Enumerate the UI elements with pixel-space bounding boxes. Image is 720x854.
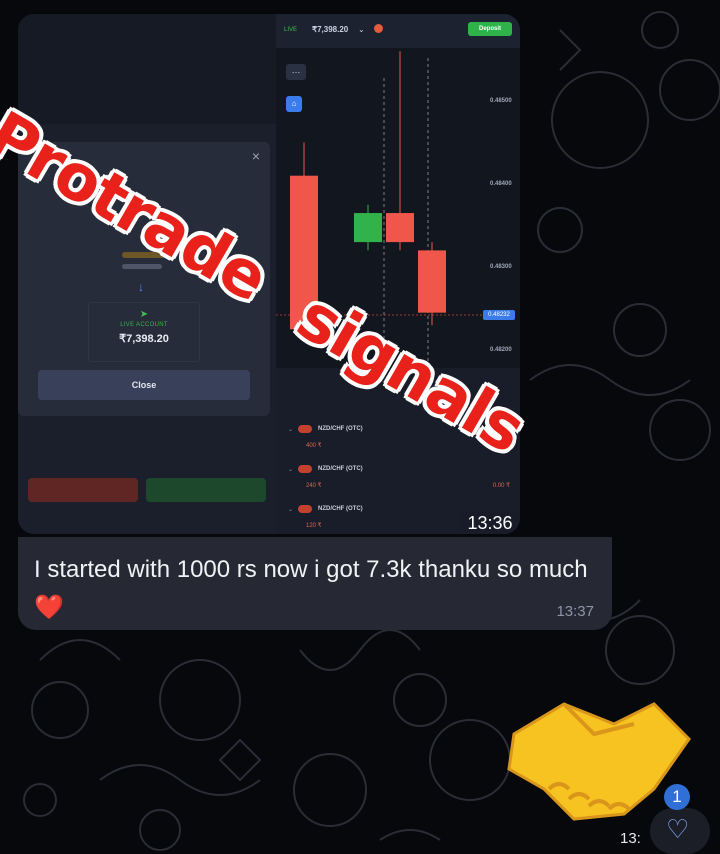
message-bubble[interactable]: I started with 1000 rs now i got 7.3k th… [18,537,612,630]
trade-result: 0.00 ₹ [492,483,510,489]
send-icon: ➤ [139,309,149,320]
chevron-down-icon[interactable]: ⌄ [358,25,365,34]
trade-amount: 120 ₹ [306,523,322,529]
app-topbar: LIVE ₹7,398.20 ⌄ Deposit [276,14,520,48]
balance[interactable]: ₹7,398.20 [312,25,348,34]
trade-pair: NZD/CHF (OTC) [318,426,363,432]
message-text: I started with 1000 rs now i got 7.3k th… [34,551,594,627]
trade-amount: 240 ₹ [306,483,322,489]
buy-button[interactable] [146,478,266,502]
heart-reaction-icon[interactable]: ♡ [666,814,689,845]
currency-flag-icon [298,505,312,513]
y-tick: 0.48200 [490,347,512,353]
message-time: 13:37 [556,603,594,620]
live-label: LIVE [284,27,298,33]
current-price: 0.48232 [483,310,515,320]
chevron-down-icon: ⌄ [288,467,294,473]
image-timestamp: 13:36 [458,511,520,534]
arrow-down-icon: ↓ [138,280,144,294]
trade-pair: NZD/CHF (OTC) [318,466,363,472]
account-label: LIVE ACCOUNT [120,322,168,328]
deposit-button[interactable]: Deposit [468,22,512,36]
candle-up [354,213,382,243]
sticker-time: 13: [620,830,641,847]
candle-down [418,250,446,313]
more-button[interactable]: … [286,64,306,80]
message-body: I started with 1000 rs now i got 7.3k th… [34,556,588,583]
close-button[interactable]: Close [38,370,250,400]
sell-button[interactable] [28,478,138,502]
close-icon[interactable]: × [252,148,260,164]
notification-icon[interactable] [374,24,383,33]
y-tick: 0.48500 [490,98,512,104]
screenshot-image[interactable]: × ↓ ➤ LIVE ACCOUNT ₹7,398.20 Close LIVE … [18,14,520,534]
currency-flag-icon [298,465,312,473]
y-tick: 0.48400 [490,181,512,187]
account-amount: ₹7,398.20 [119,333,169,345]
unread-badge[interactable]: 1 [664,784,690,810]
currency-flag-icon [298,425,312,433]
heart-emoji: ❤️ [34,594,64,621]
trade-pair: NZD/CHF (OTC) [318,506,363,512]
candle-down [386,213,414,243]
chevron-down-icon: ⌄ [288,507,294,513]
y-tick: 0.48300 [490,264,512,270]
trade-panel-header [18,14,276,124]
trade-amount: 400 ₹ [306,443,322,449]
trade-row[interactable]: ⌄ NZD/CHF (OTC) 240 ₹ 0.00 ₹ [288,464,510,500]
home-icon[interactable]: ⌂ [286,96,302,112]
live-account-card: ➤ LIVE ACCOUNT ₹7,398.20 [88,302,200,362]
chevron-down-icon: ⌄ [288,427,294,433]
